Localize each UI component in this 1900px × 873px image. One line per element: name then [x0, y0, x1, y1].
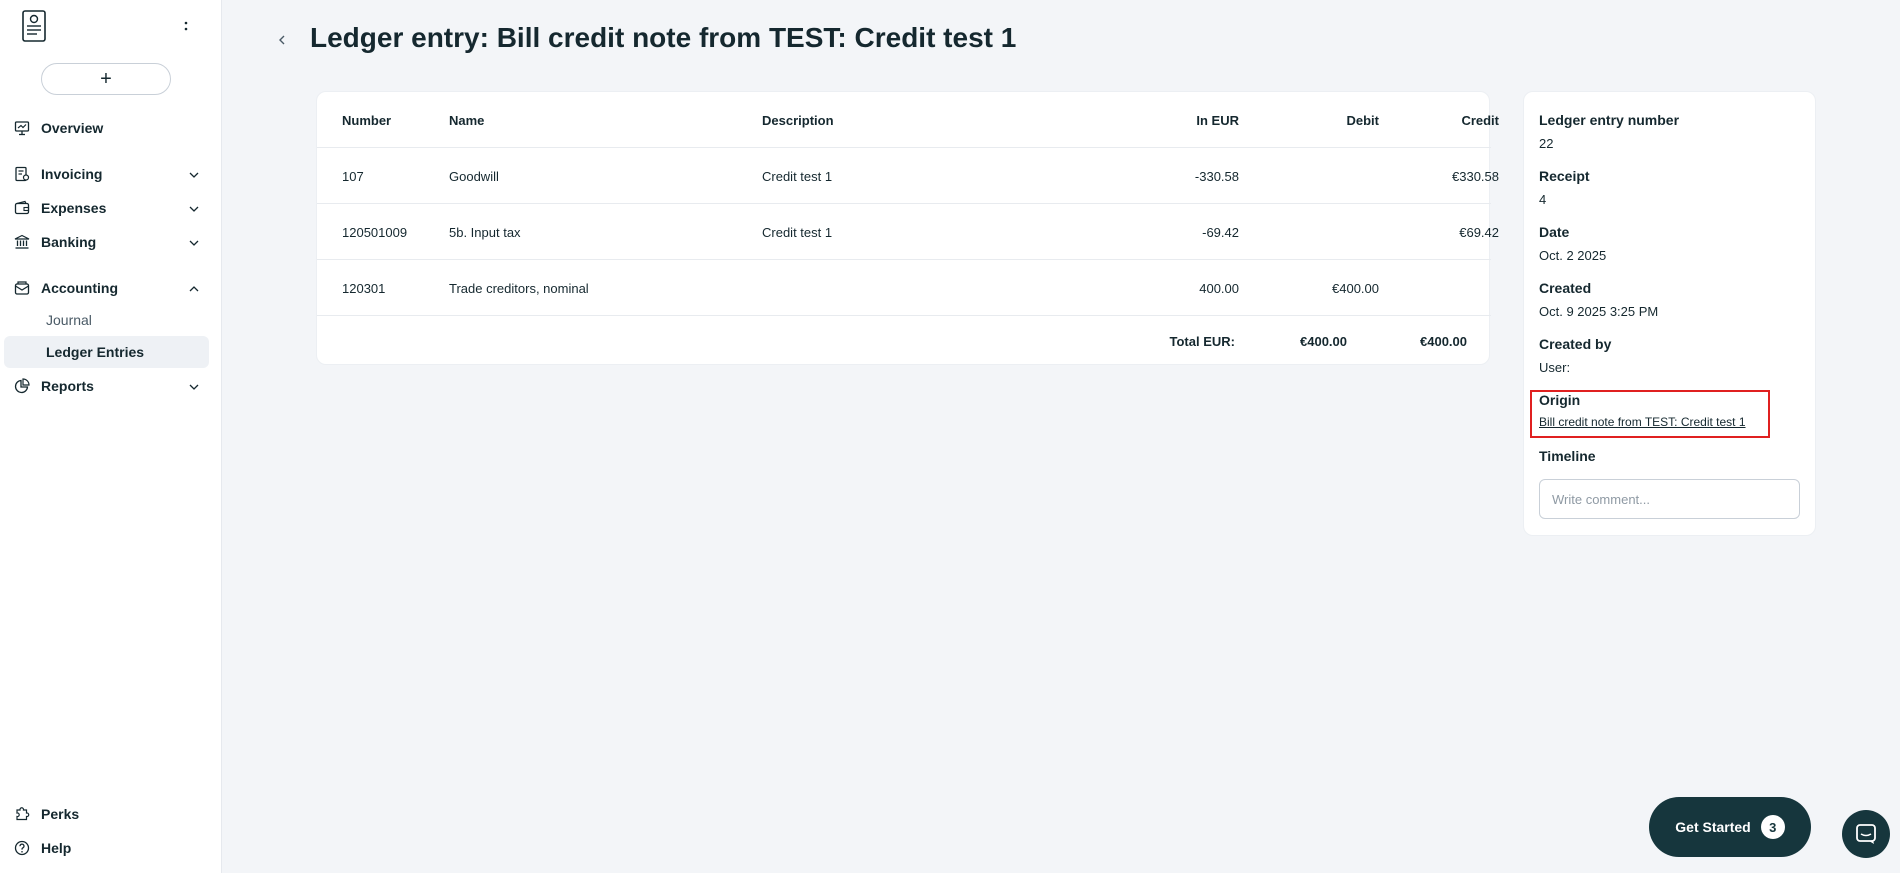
chat-launcher-button[interactable]	[1842, 810, 1890, 858]
sidebar: + Overview Invoicing Expenses Banking Ac…	[0, 0, 222, 873]
plus-icon: +	[100, 68, 112, 90]
cell-in-eur: -330.58	[1194, 168, 1239, 184]
cell-description	[762, 260, 1022, 316]
table-header-row: Number Name Description In EUR Debit Cre…	[317, 92, 1499, 148]
sidebar-subitem-label: Journal	[46, 312, 92, 328]
get-started-label: Get Started	[1675, 819, 1751, 835]
cell-credit: €69.42	[1459, 224, 1499, 240]
pie-chart-icon	[14, 378, 30, 394]
sidebar-item-label: Perks	[41, 806, 80, 822]
chevron-down-icon	[188, 236, 200, 248]
receipt-label: Receipt	[1539, 168, 1590, 184]
receipt-value: 4	[1539, 192, 1547, 207]
sidebar-item-label: Expenses	[41, 200, 107, 216]
sidebar-item-label: Banking	[41, 234, 97, 250]
sidebar-menu-icon[interactable]	[178, 16, 194, 36]
date-label: Date	[1539, 224, 1570, 240]
back-button[interactable]	[272, 30, 292, 50]
cell-name: Goodwill	[449, 168, 499, 184]
column-header-name[interactable]: Name	[449, 92, 749, 148]
created-label: Created	[1539, 280, 1592, 296]
origin-link[interactable]: Bill credit note from TEST: Credit test …	[1539, 415, 1746, 429]
column-header-description[interactable]: Description	[762, 92, 1022, 148]
chevron-up-icon	[188, 282, 200, 294]
origin-label: Origin	[1539, 392, 1581, 408]
timeline-label: Timeline	[1539, 448, 1596, 464]
cell-number: 120301	[342, 280, 386, 296]
table-row: 120301 Trade creditors, nominal 400.00 €…	[317, 260, 1491, 316]
cell-debit: €400.00	[1332, 280, 1379, 296]
table-row: 120501009 5b. Input tax Credit test 1 -6…	[317, 204, 1499, 260]
entry-number-value: 22	[1539, 136, 1554, 151]
sidebar-item-help[interactable]: Help	[0, 833, 222, 863]
cell-description: Credit test 1	[762, 224, 833, 240]
page-title: Ledger entry: Bill credit note from TEST…	[310, 22, 1017, 53]
sidebar-item-label: Invoicing	[41, 166, 103, 182]
chevron-left-icon	[279, 35, 285, 45]
chevron-down-icon	[188, 168, 200, 180]
sidebar-subitem-label: Ledger Entries	[46, 344, 145, 360]
column-header-credit[interactable]: Credit	[1397, 92, 1499, 148]
column-header-debit[interactable]: Debit	[1277, 92, 1380, 148]
cell-debit	[1277, 148, 1379, 204]
cell-description: Credit test 1	[762, 168, 833, 184]
entry-details-panel: Ledger entry number 22 Receipt 4 Date Oc…	[1523, 91, 1816, 536]
cell-credit: €330.58	[1452, 168, 1499, 184]
get-started-button[interactable]: Get Started 3	[1649, 797, 1811, 857]
bank-icon	[14, 234, 30, 250]
total-credit: €400.00	[1420, 333, 1467, 349]
ledger-lines-table: Number Name Description In EUR Debit Cre…	[316, 91, 1499, 366]
chevron-down-icon	[188, 380, 200, 392]
table-row: 107 Goodwill Credit test 1 -330.58 €330.…	[317, 148, 1499, 204]
cell-number: 120501009	[342, 224, 408, 240]
cell-in-eur: 400.00	[1199, 280, 1239, 296]
sidebar-item-reports[interactable]: Reports	[0, 371, 222, 401]
total-debit: €400.00	[1300, 333, 1347, 349]
sidebar-item-overview[interactable]: Overview	[0, 113, 222, 143]
cell-name: Trade creditors, nominal	[449, 280, 589, 296]
cell-in-eur: -69.42	[1202, 224, 1239, 240]
puzzle-icon	[14, 806, 30, 822]
sidebar-item-label: Accounting	[41, 280, 118, 296]
entry-number-label: Ledger entry number	[1539, 112, 1680, 128]
date-value: Oct. 2 2025	[1539, 248, 1607, 263]
invoice-icon	[14, 166, 30, 182]
comment-input[interactable]	[1539, 479, 1800, 519]
sidebar-item-label: Reports	[41, 378, 94, 394]
cell-debit	[1277, 204, 1379, 260]
sidebar-item-journal[interactable]: Journal	[4, 304, 209, 336]
chat-icon	[1856, 824, 1876, 844]
ledger-icon	[14, 280, 30, 296]
sidebar-item-accounting[interactable]: Accounting	[0, 273, 222, 303]
sidebar-item-perks[interactable]: Perks	[0, 799, 222, 829]
chevron-down-icon	[188, 202, 200, 214]
sidebar-item-banking[interactable]: Banking	[0, 227, 222, 257]
sidebar-item-expenses[interactable]: Expenses	[0, 193, 222, 223]
get-started-count-badge: 3	[1760, 815, 1785, 839]
cell-number: 107	[342, 168, 364, 184]
sidebar-item-invoicing[interactable]: Invoicing	[0, 159, 222, 189]
sidebar-item-label: Overview	[41, 120, 104, 136]
created-by-value: User:	[1539, 360, 1571, 375]
total-label: Total EUR:	[1169, 333, 1235, 349]
app-logo-icon[interactable]	[22, 10, 46, 42]
wallet-icon	[14, 200, 30, 216]
help-icon	[14, 840, 30, 856]
sidebar-item-ledger-entries[interactable]: Ledger Entries	[4, 336, 209, 368]
create-new-button[interactable]: +	[41, 63, 171, 95]
column-header-number[interactable]: Number	[342, 92, 432, 148]
table-total-row: Total EUR: €400.00 €400.00	[317, 316, 1491, 366]
sidebar-item-label: Help	[41, 840, 72, 856]
presentation-icon	[14, 120, 30, 136]
column-header-in-eur[interactable]: In EUR	[1137, 92, 1239, 148]
created-by-label: Created by	[1539, 336, 1612, 352]
cell-name: 5b. Input tax	[449, 224, 521, 240]
created-value: Oct. 9 2025 3:25 PM	[1539, 304, 1659, 319]
cell-credit	[1397, 260, 1499, 316]
